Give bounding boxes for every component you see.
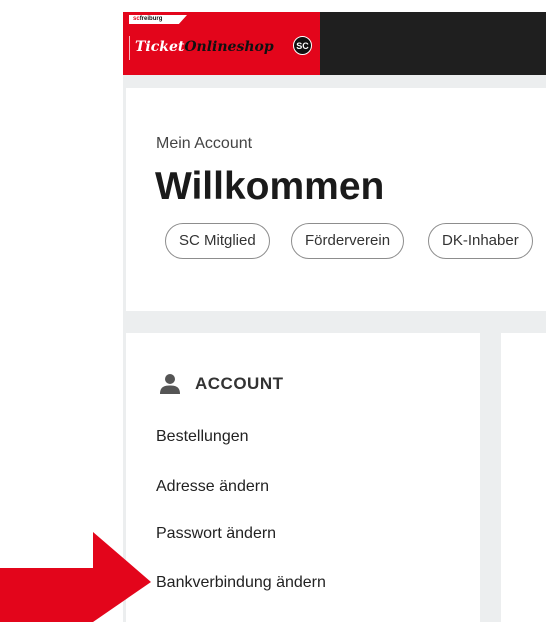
page-title: Willkommen [155,165,385,208]
site-header: scfreiburg TicketOnlineshop SC [123,12,546,75]
ticket-onlineshop-logo[interactable]: scfreiburg TicketOnlineshop SC [123,12,320,75]
sc-freiburg-logo: scfreiburg [129,15,187,24]
membership-badge[interactable]: SC Mitglied [165,223,270,259]
content-card [501,333,546,622]
membership-badge[interactable]: DK-Inhaber [428,223,533,259]
sidebar-heading: ACCOUNT [159,372,284,396]
sidebar-item-adresse[interactable]: Adresse ändern [156,477,269,497]
club-badge-icon: SC [293,36,312,55]
account-subtitle: Mein Account [156,135,253,152]
logo-divider [129,36,130,60]
sidebar-item-passwort[interactable]: Passwort ändern [156,524,276,544]
sidebar-heading-label: ACCOUNT [195,374,284,393]
sidebar-item-bankverbindung[interactable]: Bankverbindung ändern [156,573,326,593]
logo-text: TicketOnlineshop [135,39,274,55]
membership-badge[interactable]: Förderverein [291,223,405,259]
sidebar-item-bestellungen[interactable]: Bestellungen [156,427,249,447]
user-icon [160,374,180,394]
